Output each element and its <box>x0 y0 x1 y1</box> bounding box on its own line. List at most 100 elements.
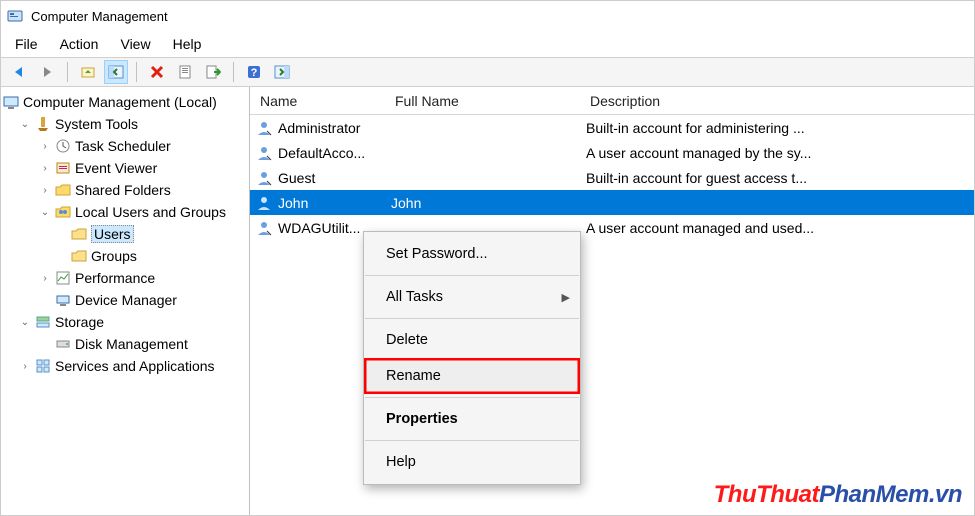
tree-disk-management[interactable]: Disk Management <box>3 333 247 355</box>
menu-action[interactable]: Action <box>52 33 111 55</box>
watermark-part2: PhanMem <box>819 481 929 508</box>
device-icon <box>55 292 71 308</box>
tree-shared-folders[interactable]: › Shared Folders <box>3 179 247 201</box>
app-icon <box>7 8 23 24</box>
ctx-label: All Tasks <box>386 289 443 305</box>
ctx-set-password[interactable]: Set Password... <box>364 236 580 272</box>
help-button[interactable]: ? <box>242 60 266 84</box>
list-body: Administrator Built-in account for admin… <box>250 115 974 240</box>
toolbar-separator <box>67 62 68 82</box>
tree-label: Computer Management (Local) <box>23 94 217 110</box>
user-icon <box>256 170 272 186</box>
folder-icon <box>71 226 87 242</box>
ctx-properties[interactable]: Properties <box>364 401 580 437</box>
toolbar-separator <box>136 62 137 82</box>
tree-label: Task Scheduler <box>75 138 171 154</box>
tree-local-users-groups[interactable]: ⌄ Local Users and Groups <box>3 201 247 223</box>
context-separator <box>365 318 579 319</box>
export-button[interactable] <box>201 60 225 84</box>
chevron-right-icon[interactable]: › <box>39 162 51 174</box>
disk-icon <box>55 336 71 352</box>
tree-label: Device Manager <box>75 292 177 308</box>
ctx-help[interactable]: Help <box>364 444 580 480</box>
watermark-part1: ThuThuat <box>714 481 819 508</box>
tree-event-viewer[interactable]: ›Event Viewer <box>3 157 247 179</box>
ctx-delete[interactable]: Delete <box>364 322 580 358</box>
tree-label: Disk Management <box>75 336 188 352</box>
tree-root[interactable]: Computer Management (Local) <box>3 91 247 113</box>
cell-name: Administrator <box>278 120 360 136</box>
list-row[interactable]: WDAGUtilit... A user account managed and… <box>250 215 974 240</box>
chevron-right-icon[interactable]: › <box>39 184 51 196</box>
column-name[interactable]: Name <box>250 87 385 114</box>
users-folder-icon <box>55 204 71 220</box>
column-description[interactable]: Description <box>580 87 974 114</box>
tree-users[interactable]: Users <box>3 223 247 245</box>
properties-button[interactable] <box>173 60 197 84</box>
svg-text:?: ? <box>251 67 258 79</box>
back-button[interactable] <box>7 60 31 84</box>
cell-name: John <box>278 195 308 211</box>
list-row[interactable]: Guest Built-in account for guest access … <box>250 165 974 190</box>
tree-label: Local Users and Groups <box>75 204 226 220</box>
clock-icon <box>55 138 71 154</box>
cell-name: Guest <box>278 170 315 186</box>
show-hide-tree-button[interactable] <box>104 60 128 84</box>
list-row[interactable]: John John <box>250 190 974 215</box>
tree-storage[interactable]: ⌄Storage <box>3 311 247 333</box>
list-pane: Name Full Name Description Administrator… <box>250 87 974 515</box>
folder-share-icon <box>55 182 71 198</box>
toolbar: ? <box>1 57 974 87</box>
list-row[interactable]: Administrator Built-in account for admin… <box>250 115 974 140</box>
window-title: Computer Management <box>31 9 168 24</box>
cell-description: Built-in account for administering ... <box>586 120 805 136</box>
tree-task-scheduler[interactable]: › Task Scheduler <box>3 135 247 157</box>
tree-device-manager[interactable]: Device Manager <box>3 289 247 311</box>
chevron-right-icon[interactable]: › <box>39 272 51 284</box>
tree-label: System Tools <box>55 116 138 132</box>
watermark: ThuThuatPhanMem.vn <box>714 481 962 509</box>
list-header: Name Full Name Description <box>250 87 974 115</box>
tools-icon <box>35 116 51 132</box>
title-bar: Computer Management <box>1 1 974 31</box>
chevron-down-icon[interactable]: ⌄ <box>39 206 51 218</box>
tree-groups[interactable]: Groups <box>3 245 247 267</box>
performance-icon <box>55 270 71 286</box>
tree-label: Services and Applications <box>55 358 215 374</box>
toolbar-separator <box>233 62 234 82</box>
list-row[interactable]: DefaultAcco... A user account managed by… <box>250 140 974 165</box>
user-icon <box>256 145 272 161</box>
chevron-right-icon[interactable]: › <box>19 360 31 372</box>
context-menu: Set Password... All Tasks ▶ Delete Rename… <box>363 231 581 485</box>
column-fullname[interactable]: Full Name <box>385 87 580 114</box>
tree-label: Users <box>91 225 134 243</box>
menu-file[interactable]: File <box>7 33 50 55</box>
storage-icon <box>35 314 51 330</box>
tree-system-tools[interactable]: ⌄ System Tools <box>3 113 247 135</box>
menu-bar: File Action View Help <box>1 31 974 57</box>
menu-help[interactable]: Help <box>165 33 214 55</box>
delete-button[interactable] <box>145 60 169 84</box>
forward-button[interactable] <box>35 60 59 84</box>
cell-description: A user account managed and used... <box>586 220 814 236</box>
cell-name: WDAGUtilit... <box>278 220 360 236</box>
tree-label: Shared Folders <box>75 182 171 198</box>
ctx-rename[interactable]: Rename <box>364 358 580 394</box>
user-icon <box>256 220 272 236</box>
up-button[interactable] <box>76 60 100 84</box>
menu-view[interactable]: View <box>112 33 162 55</box>
watermark-part3: .vn <box>929 481 962 508</box>
chevron-down-icon[interactable]: ⌄ <box>19 118 31 130</box>
event-icon <box>55 160 71 176</box>
user-icon <box>256 195 272 211</box>
tree-services-apps[interactable]: › Services and Applications <box>3 355 247 377</box>
tree-performance[interactable]: ›Performance <box>3 267 247 289</box>
cell-description: Built-in account for guest access t... <box>586 170 807 186</box>
chevron-right-icon: ▶ <box>562 291 570 304</box>
chevron-right-icon[interactable]: › <box>39 140 51 152</box>
chevron-down-icon[interactable]: ⌄ <box>19 316 31 328</box>
services-icon <box>35 358 51 374</box>
show-action-pane-button[interactable] <box>270 60 294 84</box>
ctx-all-tasks[interactable]: All Tasks ▶ <box>364 279 580 315</box>
computer-icon <box>3 94 19 110</box>
